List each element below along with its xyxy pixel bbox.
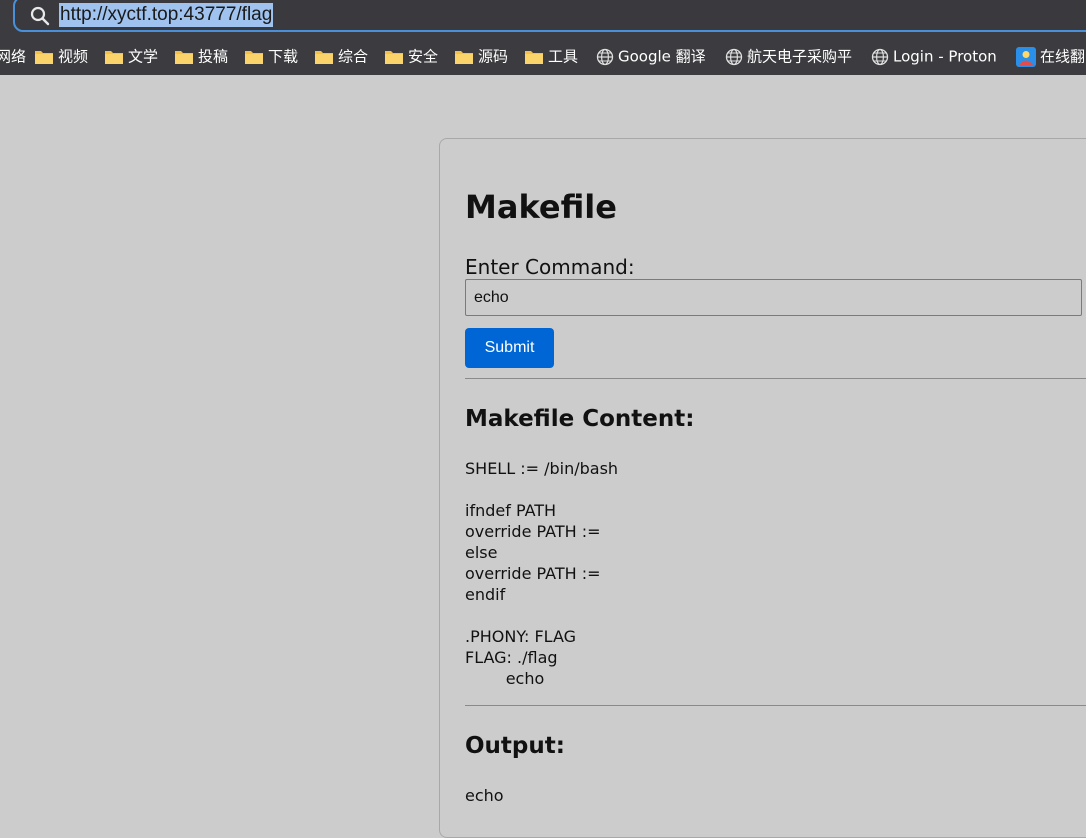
bookmark-item[interactable]: 航天电子采购平 — [725, 45, 852, 67]
folder-icon — [385, 50, 403, 64]
makefile-line: ifndef PATH — [465, 501, 557, 520]
makefile-line: endif — [465, 585, 506, 604]
globe-icon — [596, 48, 614, 65]
folder-icon — [35, 50, 53, 64]
bookmark-label: 航天电子采购平 — [747, 47, 853, 66]
bookmark-label: 工具 — [548, 47, 579, 66]
search-icon — [30, 6, 50, 26]
makefile-line: echo — [465, 669, 545, 688]
divider — [465, 705, 1086, 706]
bookmark-label: 综合 — [338, 47, 369, 66]
makefile-line: override PATH := — [465, 564, 601, 583]
makefile-line: override PATH := — [465, 522, 601, 541]
bookmark-label: 下载 — [268, 47, 299, 66]
bookmark-label: Google 翻译 — [618, 47, 706, 66]
output-text: echo — [465, 786, 504, 805]
bookmark-label: 文学 — [128, 47, 159, 66]
browser-address-bar: http://xyctf.top:43777/flag — [0, 0, 1086, 37]
bookmark-item[interactable]: 安全 — [384, 45, 438, 67]
page-title: Makefile — [465, 188, 617, 226]
command-input[interactable] — [465, 279, 1082, 316]
bookmarks-bar: 网络 视频 文学 投稿 下载 综合 安全 源码 工具 Google 翻译 航天电… — [0, 37, 1086, 75]
bookmark-item[interactable]: 文学 — [104, 45, 158, 67]
bookmark-item[interactable]: 在线翻 — [1016, 45, 1085, 67]
globe-icon — [725, 48, 743, 65]
bookmark-label: 投稿 — [198, 47, 229, 66]
makefile-content-heading: Makefile Content: — [465, 406, 695, 432]
folder-icon — [245, 50, 263, 64]
bookmark-label: 在线翻 — [1040, 47, 1086, 66]
bookmark-label: 安全 — [408, 47, 439, 66]
bookmark-item[interactable]: 源码 — [454, 45, 508, 67]
folder-icon — [455, 50, 473, 64]
bookmark-label: 网络 — [0, 47, 27, 66]
divider — [465, 378, 1086, 379]
makefile-line: .PHONY: FLAG — [465, 627, 576, 646]
translate-app-icon — [1016, 46, 1036, 67]
folder-icon — [175, 50, 193, 64]
folder-icon — [315, 50, 333, 64]
folder-icon — [105, 50, 123, 64]
makefile-line: else — [465, 543, 498, 562]
bookmark-item[interactable]: 网络 — [0, 45, 26, 67]
bookmark-item[interactable]: Login - Proton — [871, 45, 997, 67]
makefile-line: FLAG: ./flag — [465, 648, 558, 667]
output-heading: Output: — [465, 733, 565, 759]
bookmark-item[interactable]: Google 翻译 — [596, 45, 706, 67]
bookmark-label: 源码 — [478, 47, 509, 66]
bookmark-label: Login - Proton — [893, 47, 997, 66]
makefile-line: SHELL := /bin/bash — [465, 459, 619, 478]
bookmark-item[interactable]: 工具 — [524, 45, 578, 67]
bookmark-label: 视频 — [58, 47, 89, 66]
bookmark-item[interactable]: 投稿 — [174, 45, 228, 67]
submit-button[interactable]: Submit — [465, 328, 554, 368]
bookmark-item[interactable]: 综合 — [314, 45, 368, 67]
command-label: Enter Command: — [465, 255, 635, 279]
globe-icon — [871, 48, 889, 65]
bookmark-item[interactable]: 下载 — [244, 45, 298, 67]
folder-icon — [525, 50, 543, 64]
bookmark-item[interactable]: 视频 — [34, 45, 88, 67]
url-text[interactable]: http://xyctf.top:43777/flag — [59, 3, 274, 27]
